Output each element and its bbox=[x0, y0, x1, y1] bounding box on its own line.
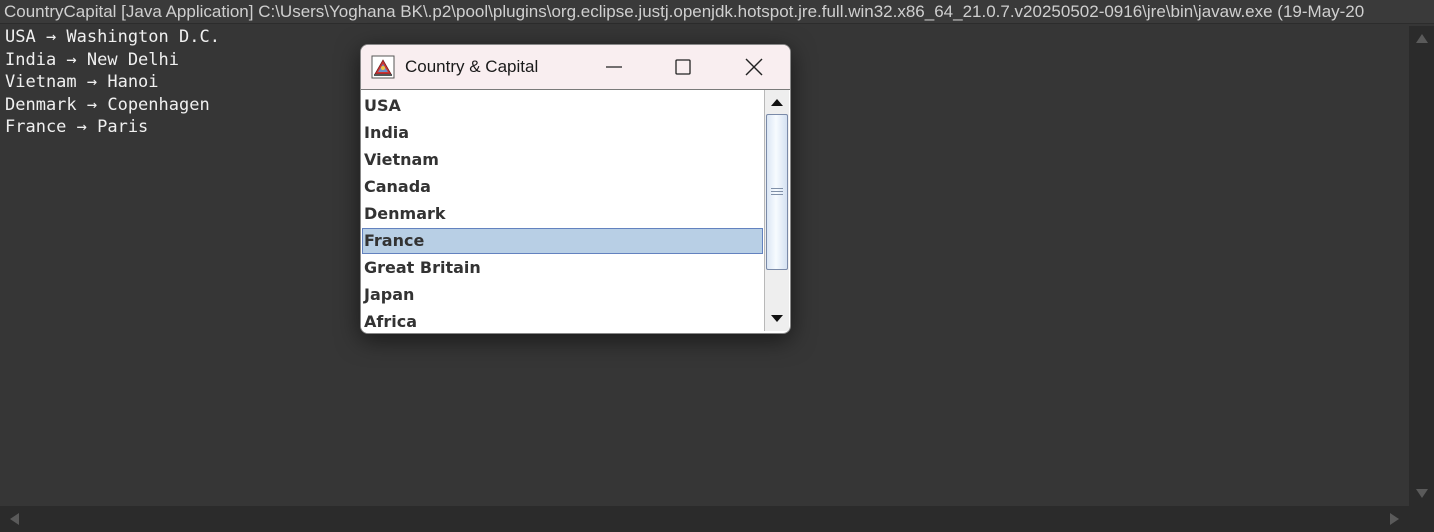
java-app-icon bbox=[371, 55, 395, 79]
console-line: Denmark → Copenhagen bbox=[5, 94, 210, 115]
console-line: Vietnam → Hanoi bbox=[5, 72, 159, 92]
list-item-africa[interactable]: Africa bbox=[362, 309, 763, 333]
console-line: France → Paris bbox=[5, 117, 149, 137]
close-icon bbox=[745, 58, 763, 76]
list-item-usa[interactable]: USA bbox=[362, 93, 763, 119]
maximize-icon bbox=[675, 59, 691, 75]
scroll-up-icon[interactable] bbox=[1416, 34, 1428, 43]
grip-line bbox=[771, 188, 783, 189]
scroll-down-icon[interactable] bbox=[1416, 489, 1428, 498]
list-item-canada[interactable]: Canada bbox=[362, 174, 763, 200]
console-vertical-scrollbar[interactable] bbox=[1409, 26, 1434, 506]
minimize-icon bbox=[606, 66, 622, 68]
country-capital-window: Country & Capital USA India Vietnam Cana… bbox=[360, 44, 791, 334]
list-item-great-britain[interactable]: Great Britain bbox=[362, 255, 763, 281]
scroll-left-icon[interactable] bbox=[10, 513, 19, 525]
list-scrollbar[interactable] bbox=[764, 90, 789, 331]
close-button[interactable] bbox=[731, 45, 777, 89]
list-item-vietnam[interactable]: Vietnam bbox=[362, 147, 763, 173]
maximize-button[interactable] bbox=[660, 45, 706, 89]
console-line: India → New Delhi bbox=[5, 49, 179, 70]
console-horizontal-scrollbar[interactable] bbox=[0, 506, 1409, 532]
window-title: Country & Capital bbox=[405, 57, 539, 76]
console-line: USA → Washington D.C. bbox=[5, 27, 220, 47]
console-output[interactable]: USA → Washington D.C. India → New Delhi … bbox=[5, 26, 220, 139]
scrollbar-corner bbox=[1409, 506, 1434, 532]
list-item-india[interactable]: India bbox=[362, 120, 763, 146]
list-scroll-down-button[interactable] bbox=[766, 309, 787, 329]
window-titlebar[interactable]: Country & Capital bbox=[361, 45, 790, 90]
scroll-right-icon[interactable] bbox=[1390, 513, 1399, 525]
console-title: CountryCapital [Java Application] C:\Use… bbox=[0, 0, 1434, 24]
list-item-japan[interactable]: Japan bbox=[362, 282, 763, 308]
list-item-france[interactable]: France bbox=[362, 228, 763, 254]
list-scroll-up-button[interactable] bbox=[766, 92, 787, 112]
list-item-denmark[interactable]: Denmark bbox=[362, 201, 763, 227]
country-list[interactable]: USA India Vietnam Canada Denmark France … bbox=[361, 90, 764, 333]
grip-line bbox=[771, 194, 783, 195]
triangle-down-icon bbox=[770, 315, 783, 322]
grip-line bbox=[771, 191, 783, 192]
list-scroll-thumb[interactable] bbox=[766, 114, 788, 270]
minimize-button[interactable] bbox=[591, 45, 637, 89]
triangle-up-icon bbox=[770, 99, 783, 106]
